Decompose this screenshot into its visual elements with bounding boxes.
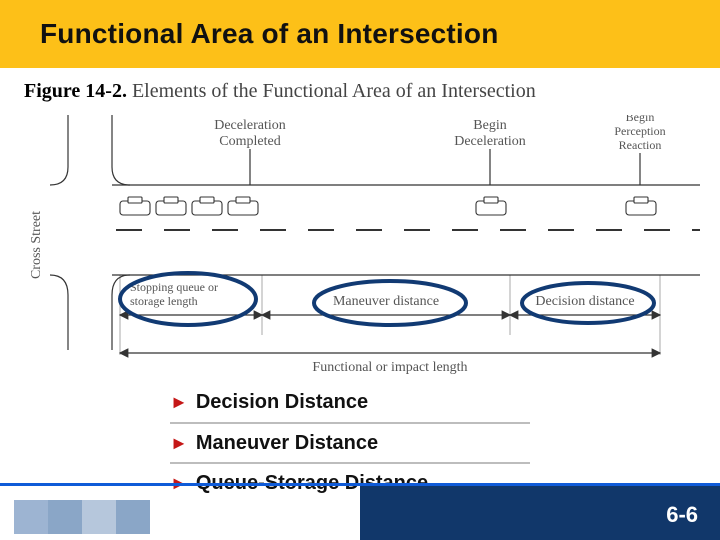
callout-decel-completed-2: Completed — [219, 134, 280, 149]
title-band: Functional Area of an Intersection — [0, 0, 720, 68]
segment-stopping-l2: storage length — [130, 294, 198, 308]
callout-begin-decel-2: Deceleration — [454, 134, 526, 149]
page-number: 6-6 — [666, 502, 698, 528]
callout-begin-pr-3: Reaction — [619, 138, 662, 152]
bullet-text: Decision Distance — [196, 391, 368, 414]
color-block — [48, 500, 82, 534]
footer-color-blocks — [14, 500, 150, 534]
functional-length-label: Functional or impact length — [312, 360, 467, 375]
car-icon — [156, 197, 186, 215]
callout-begin-pr-1: Begin — [626, 115, 655, 124]
segment-decision-label: Decision distance — [535, 294, 634, 309]
color-block — [116, 500, 150, 534]
car-icon — [192, 197, 222, 215]
list-item: ► Decision Distance — [170, 382, 530, 422]
cross-corner-ur — [112, 167, 130, 185]
figure-number: Figure 14-2. — [24, 80, 127, 102]
triangle-icon: ► — [170, 434, 188, 452]
color-block — [14, 500, 48, 534]
figure-caption-text: Elements of the Functional Area of an In… — [132, 80, 536, 102]
car-icon — [476, 197, 506, 215]
diagram-svg: Cross Street Deceleration Completed Begi… — [20, 115, 700, 375]
bullet-text: Maneuver Distance — [196, 432, 378, 455]
list-item: ► Maneuver Distance — [170, 422, 530, 462]
callout-begin-pr-2: Perception — [614, 124, 665, 138]
figure-caption: Figure 14-2. Elements of the Functional … — [24, 80, 536, 103]
slide: Functional Area of an Intersection Figur… — [0, 0, 720, 540]
segment-maneuver-label: Maneuver distance — [333, 294, 439, 309]
car-icon — [626, 197, 656, 215]
cross-corner-ll — [50, 275, 68, 295]
cross-corner-ul — [50, 167, 68, 185]
car-icon — [120, 197, 150, 215]
functional-area-diagram: Cross Street Deceleration Completed Begi… — [20, 115, 700, 375]
triangle-icon: ► — [170, 393, 188, 411]
slide-title: Functional Area of an Intersection — [40, 18, 499, 50]
color-block — [82, 500, 116, 534]
segment-stopping-l1: Stopping queue or — [130, 280, 218, 294]
cross-street-label: Cross Street — [29, 211, 44, 279]
callout-decel-completed-1: Deceleration — [214, 118, 286, 133]
callout-begin-decel-1: Begin — [473, 118, 506, 133]
car-icon — [228, 197, 258, 215]
